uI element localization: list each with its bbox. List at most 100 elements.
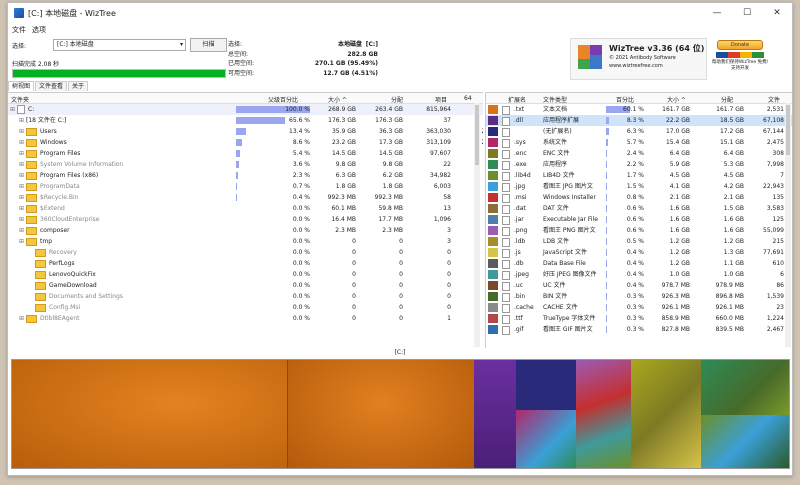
filetype-row[interactable]: .cache CACHE 文件 0.3 % 926.1 MB 926.1 MB 23	[486, 302, 792, 313]
treemap-block-txt-2[interactable]	[287, 360, 475, 468]
expand-icon[interactable]: ⊞	[19, 203, 26, 214]
tree-row[interactable]: ⊞Windows8.6 %23.2 GB17.3 GB313,109232	[8, 137, 483, 148]
tree-row[interactable]: GameDownload 0.0 % 0 0 0	[8, 280, 483, 291]
expand-icon[interactable]: ⊞	[19, 313, 26, 324]
tree-cell-allocated: 59.8 MB	[378, 205, 403, 212]
col-file-type[interactable]: 文件类型	[543, 95, 567, 104]
filetype-row[interactable]: .lib4d LIB4D 文件 1.7 % 4.5 GB 4.5 GB 7	[486, 170, 792, 181]
treemap-block-enc[interactable]	[631, 360, 701, 468]
tree-row[interactable]: ⊞ 360CloudEnterprise 0.0 % 16.4 MB 17.7 MB 1,…	[8, 214, 483, 225]
minimize-button[interactable]: —	[702, 3, 732, 23]
tree-row[interactable]: ⊞ [18 文件在 C:] 65.6 % 176.3 GB 176.3 GB 37	[8, 115, 483, 126]
filetype-row[interactable]: (无扩展名) 6.3 % 17.0 GB 17.2 GB 67,144	[486, 126, 792, 137]
col-files[interactable]: 文件	[768, 95, 780, 104]
tree-row[interactable]: LenovoQuickFix 0.0 % 0 0 0	[8, 269, 483, 280]
tab-tree-view[interactable]: 树视图	[8, 81, 35, 91]
tree-row[interactable]: PerfLogs 0.0 % 0 0 0	[8, 258, 483, 269]
maximize-button[interactable]: ☐	[732, 3, 762, 23]
filetype-row[interactable]: .msi Windows Installer 0.8 % 2.1 GB 2.1 GB 13…	[486, 192, 792, 203]
col-size[interactable]: 大小 ^	[328, 95, 347, 104]
filetype-row[interactable]: .txt 文本文档 60.1 % 161.7 GB 161.7 GB 2,531	[486, 104, 792, 115]
filetype-row[interactable]: .ttf TrueType 字体文件 0.3 % 858.9 MB 660.0 MB 1,…	[486, 313, 792, 324]
tree-row[interactable]: ⊞ tmp 0.0 % 0 0 3	[8, 236, 483, 247]
tree-row[interactable]: ⊞ Program Files (x86) 2.3 % 6.3 GB 6.2 GB 34,…	[8, 170, 483, 181]
filetype-row[interactable]: .exe 应用程序 2.2 % 5.9 GB 5.3 GB 7,998	[486, 159, 792, 170]
drive-select[interactable]: [C:] 本地磁盘 ▾	[53, 39, 186, 51]
treemap[interactable]	[11, 359, 790, 469]
filetype-row[interactable]: .gif 看图王 GIF 图片文 0.3 % 827.8 MB 839.5 MB 2,46…	[486, 324, 792, 335]
filetype-row[interactable]: .ldb LDB 文件 0.5 % 1.2 GB 1.2 GB 215	[486, 236, 792, 247]
filetype-row[interactable]: .dll 应用程序扩展 8.3 % 22.2 GB 18.5 GB 67,108	[486, 115, 792, 126]
expand-icon[interactable]: ⊞	[19, 214, 26, 225]
col-ft-allocated[interactable]: 分配	[721, 95, 733, 104]
expand-icon[interactable]: ⊞	[19, 181, 26, 192]
col-parent-pct[interactable]: 父级百分比	[268, 95, 298, 104]
tree-row[interactable]: ⊞ Dtlbl8EAgent 0.0 % 0 0 1	[8, 313, 483, 324]
expand-icon[interactable]: ⊞	[19, 148, 26, 159]
treemap-block-dll[interactable]	[474, 360, 516, 468]
filetype-row[interactable]: .jpg 看图王 JPG 图片文 1.5 % 4.1 GB 4.2 GB 22,943	[486, 181, 792, 192]
tree-scrollbar[interactable]	[474, 103, 480, 347]
col-items[interactable]: 项目	[435, 95, 447, 104]
col-folder[interactable]: 文件夹	[11, 95, 29, 104]
expand-icon[interactable]: ⊞	[19, 192, 26, 203]
file-icon	[502, 304, 510, 313]
treemap-block-mixed[interactable]	[576, 360, 631, 468]
treemap-block-txt-1[interactable]	[12, 360, 287, 468]
tree-row-name: ⊞ C:	[10, 104, 34, 115]
col-allocated[interactable]: 分配	[391, 95, 403, 104]
filetype-row[interactable]: .sys 系统文件 5.7 % 15.4 GB 15.1 GB 2,475	[486, 137, 792, 148]
col-ft-size[interactable]: 大小 ^	[667, 95, 686, 104]
tree-scrollbar-thumb[interactable]	[475, 105, 479, 165]
expand-icon[interactable]: ⊞	[19, 159, 26, 170]
menu-options[interactable]: 选项	[32, 25, 46, 35]
treemap-block-noext[interactable]	[516, 360, 576, 410]
filetype-cell-size: 1.2 GB	[669, 260, 690, 267]
tree-row[interactable]: ⊞Program Files5.4 %14.5 GB14.5 GB97,6078…	[8, 148, 483, 159]
filetype-row[interactable]: .uc UC 文件 0.4 % 978.7 MB 978.9 MB 86	[486, 280, 792, 291]
menu-file[interactable]: 文件	[12, 25, 26, 35]
filetype-row[interactable]: .enc ENC 文件 2.4 % 6.4 GB 6.4 GB 308	[486, 148, 792, 159]
filetype-row[interactable]: .bin BIN 文件 0.3 % 926.3 MB 896.8 MB 1,539	[486, 291, 792, 302]
col-extra[interactable]: 64	[464, 95, 472, 102]
donate-button[interactable]: Donate	[717, 40, 763, 50]
tree-row[interactable]: ⊞ composer 0.0 % 2.3 MB 2.3 MB 3	[8, 225, 483, 236]
expand-icon[interactable]: ⊞	[19, 170, 26, 181]
tree-cell-allocated: 176.3 GB	[375, 117, 403, 124]
filetype-ext: .bin	[514, 293, 526, 300]
col-extension[interactable]: 扩展名	[508, 95, 526, 104]
tree-row[interactable]: Documents and Settings 0.0 % 0 0 0	[8, 291, 483, 302]
filetype-row[interactable]: .db Data Base File 0.4 % 1.2 GB 1.1 GB 610	[486, 258, 792, 269]
treemap-block-sys[interactable]	[516, 410, 576, 468]
tree-row[interactable]: Config.Msi 0.0 % 0 0 0	[8, 302, 483, 313]
col-percent[interactable]: 百分比	[616, 95, 634, 104]
tree-row[interactable]: ⊞ $Recycle.Bin 0.4 % 992.3 MB 992.3 MB 58	[8, 192, 483, 203]
expand-icon[interactable]: ⊞	[19, 236, 26, 247]
tree-row[interactable]: ⊞C:100.0 %268.9 GB263.4 GB815,96464	[8, 104, 483, 115]
scan-button[interactable]: 扫描	[190, 38, 227, 52]
tree-row[interactable]: ⊞ProgramData0.7 %1.8 GB1.8 GB6,0034	[8, 181, 483, 192]
expand-icon[interactable]: ⊞	[10, 104, 17, 115]
expand-icon[interactable]: ⊞	[19, 137, 26, 148]
treemap-block-exe[interactable]	[701, 360, 789, 415]
filetype-row[interactable]: .jpeg 好压 JPEG 图像文件 0.4 % 1.0 GB 1.0 GB 6	[486, 269, 792, 280]
filetypes-scrollbar-thumb[interactable]	[786, 105, 790, 155]
expand-icon[interactable]: ⊞	[19, 225, 26, 236]
filetype-row[interactable]: .jar Executable Jar File 0.6 % 1.6 GB 1.6 GB…	[486, 214, 792, 225]
tree-row[interactable]: ⊞Users13.4 %35.9 GB36.3 GB363,030285	[8, 126, 483, 137]
close-button[interactable]: ✕	[762, 3, 792, 23]
tree-row[interactable]: ⊞ System Volume Information 3.6 % 9.8 GB 9.8…	[8, 159, 483, 170]
treemap-block-lib4d[interactable]	[701, 415, 789, 468]
tab-file-view[interactable]: 文件查看	[35, 81, 68, 91]
filetype-cell-allocated: 896.8 MB	[715, 293, 744, 300]
filetypes-scrollbar[interactable]	[785, 103, 791, 347]
expand-icon[interactable]: ⊞	[19, 115, 26, 126]
filetype-row[interactable]: .dat DAT 文件 0.6 % 1.6 GB 1.5 GB 3,583	[486, 203, 792, 214]
tree-row[interactable]: Recovery 0.0 % 0 0 0	[8, 247, 483, 258]
expand-icon[interactable]: ⊞	[19, 126, 26, 137]
filetype-row[interactable]: .js JavaScript 文件 0.4 % 1.2 GB 1.3 GB 77,691	[486, 247, 792, 258]
website-link[interactable]: www.wiztreefree.com	[609, 63, 663, 69]
tab-about[interactable]: 关于	[68, 81, 89, 91]
tree-row[interactable]: ⊞ $Extend 0.0 % 60.1 MB 59.8 MB 13	[8, 203, 483, 214]
filetype-row[interactable]: .png 看图王 PNG 图片文 0.6 % 1.6 GB 1.6 GB 55,099	[486, 225, 792, 236]
